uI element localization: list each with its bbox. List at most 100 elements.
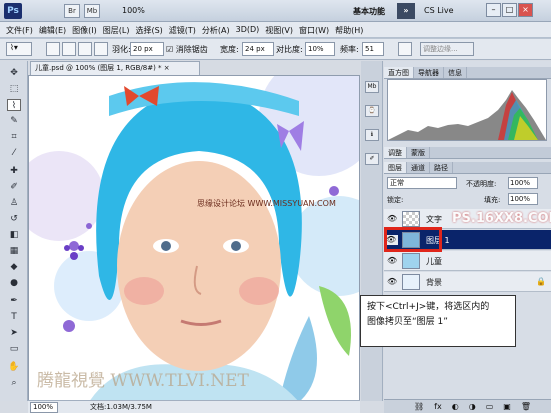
new-layer-icon[interactable]: ▣ bbox=[503, 400, 511, 413]
marquee-tool-icon[interactable]: ⬚ bbox=[7, 83, 21, 95]
menu-view[interactable]: 视图(V) bbox=[265, 25, 293, 36]
tab-masks[interactable]: 蒙版 bbox=[407, 147, 430, 158]
histogram-chart bbox=[387, 79, 547, 141]
hand-tool-icon[interactable]: ✋ bbox=[7, 361, 21, 373]
gradient-tool-icon[interactable]: ▦ bbox=[7, 245, 21, 257]
type-tool-icon[interactable]: T bbox=[7, 311, 21, 323]
menu-file[interactable]: 文件(F) bbox=[6, 25, 33, 36]
menu-filter[interactable]: 滤镜(T) bbox=[169, 25, 196, 36]
zoom-level[interactable]: 100% bbox=[122, 6, 145, 15]
menu-analysis[interactable]: 分析(A) bbox=[202, 25, 230, 36]
photoshop-logo: Ps bbox=[4, 3, 22, 19]
brush-panel-icon[interactable]: ✐ bbox=[365, 153, 379, 165]
doc-size[interactable]: 文档:1.03M/3.75M bbox=[90, 402, 152, 412]
eraser-tool-icon[interactable]: ◧ bbox=[7, 229, 21, 241]
highlight-box bbox=[384, 227, 442, 252]
trash-icon[interactable]: 🗑 bbox=[521, 400, 531, 413]
tab-paths[interactable]: 路径 bbox=[430, 162, 453, 173]
blend-mode-select[interactable]: 正常 bbox=[387, 177, 457, 189]
eyedropper-tool-icon[interactable]: ⁄ bbox=[7, 147, 21, 159]
info-panel-icon[interactable]: ℹ bbox=[365, 129, 379, 141]
contrast-input[interactable]: 10% bbox=[305, 42, 335, 56]
move-tool-icon[interactable]: ✥ bbox=[7, 67, 21, 79]
menu-edit[interactable]: 编辑(E) bbox=[39, 25, 66, 36]
tool-preset-picker[interactable]: ⌇▾ bbox=[6, 42, 32, 56]
tab-channels[interactable]: 通道 bbox=[407, 162, 430, 173]
eye-icon[interactable]: 👁 bbox=[387, 277, 397, 287]
tab-histogram[interactable]: 直方图 bbox=[384, 67, 414, 78]
blur-tool-icon[interactable]: ◆ bbox=[7, 261, 21, 273]
crop-tool-icon[interactable]: ⌗ bbox=[7, 131, 21, 143]
watermark-bottom: 腾龍視覺 WWW.TLVI.NET bbox=[37, 371, 249, 391]
minibridge-icon[interactable]: Mb bbox=[84, 4, 100, 18]
feather-label: 羽化: bbox=[112, 45, 131, 54]
tab-info[interactable]: 信息 bbox=[444, 67, 467, 78]
lock-label: 锁定: bbox=[387, 196, 404, 204]
minibridge-panel-icon[interactable]: Mb bbox=[365, 81, 379, 93]
fill-input[interactable]: 100% bbox=[508, 193, 538, 205]
eye-icon[interactable]: 👁 bbox=[387, 214, 397, 224]
workspace-expand-button[interactable]: » bbox=[397, 3, 415, 19]
minimize-button[interactable]: – bbox=[486, 3, 501, 17]
intersect-selection-icon[interactable] bbox=[94, 42, 108, 56]
layer-row[interactable]: 👁 儿童 bbox=[384, 251, 551, 271]
fx-icon[interactable]: fx bbox=[434, 400, 442, 413]
zoom-tool-icon[interactable]: ⌕ bbox=[7, 377, 21, 389]
document-canvas[interactable]: 思缘设计论坛 WWW.MISSYUAN.COM 腾龍視覺 WWW.TLVI.NE… bbox=[28, 75, 360, 401]
link-icon[interactable]: ⛓ bbox=[414, 400, 424, 413]
eye-icon[interactable]: 👁 bbox=[387, 256, 397, 266]
clone-stamp-tool-icon[interactable]: ♙ bbox=[7, 197, 21, 209]
subtract-selection-icon[interactable] bbox=[78, 42, 92, 56]
histogram-graphic bbox=[388, 90, 546, 140]
path-selection-tool-icon[interactable]: ➤ bbox=[7, 327, 21, 339]
menu-layer[interactable]: 图层(L) bbox=[103, 25, 130, 36]
width-label: 宽度: bbox=[220, 45, 239, 54]
menu-window[interactable]: 窗口(W) bbox=[299, 25, 329, 36]
pen-tool-icon[interactable]: ✒ bbox=[7, 295, 21, 307]
new-selection-icon[interactable] bbox=[46, 42, 60, 56]
frequency-input[interactable]: 51 bbox=[362, 42, 384, 56]
antialias-checkbox[interactable]: ☑ 消除锯齿 bbox=[166, 44, 208, 55]
tab-adjustments[interactable]: 调整 bbox=[384, 147, 407, 158]
panel-icon-strip: Mb ⌚ ℹ ✐ bbox=[361, 61, 383, 401]
status-zoom[interactable]: 100% bbox=[30, 402, 58, 413]
tab-layers[interactable]: 图层 bbox=[384, 162, 407, 173]
instruction-callout: 按下<Ctrl+J>键，将选区内的 图像拷贝至“图层 1” bbox=[360, 295, 516, 347]
menu-image[interactable]: 图像(I) bbox=[72, 25, 97, 36]
opacity-input[interactable]: 100% bbox=[508, 177, 538, 189]
close-button[interactable]: × bbox=[518, 3, 533, 17]
dodge-tool-icon[interactable]: ● bbox=[7, 277, 21, 289]
adjustment-icon[interactable]: ◑ bbox=[469, 400, 476, 413]
frequency-label: 频率: bbox=[340, 45, 359, 54]
app-bar: Ps Br Mb 100% 基本功能 » CS Live – □ × bbox=[0, 0, 551, 22]
menu-bar: 文件(F) 编辑(E) 图像(I) 图层(L) 选择(S) 滤镜(T) 分析(A… bbox=[0, 22, 551, 38]
tab-navigator[interactable]: 导航器 bbox=[414, 67, 444, 78]
healing-brush-tool-icon[interactable]: ✚ bbox=[7, 165, 21, 177]
history-brush-tool-icon[interactable]: ↺ bbox=[7, 213, 21, 225]
history-panel-icon[interactable]: ⌚ bbox=[365, 105, 379, 117]
shape-tool-icon[interactable]: ▭ bbox=[7, 343, 21, 355]
document-tab[interactable]: 儿童.psd @ 100% (图层 1, RGB/8#) * × bbox=[30, 61, 200, 75]
layer-tabs: 图层 通道 路径 bbox=[384, 162, 551, 174]
width-input[interactable]: 24 px bbox=[242, 42, 274, 56]
brush-tool-icon[interactable]: ✐ bbox=[7, 181, 21, 193]
cs-live-button[interactable]: CS Live bbox=[424, 6, 454, 15]
menu-3d[interactable]: 3D(D) bbox=[236, 25, 260, 36]
quick-selection-tool-icon[interactable]: ✎ bbox=[7, 115, 21, 127]
bridge-icon[interactable]: Br bbox=[64, 4, 80, 18]
group-icon[interactable]: ▭ bbox=[486, 400, 494, 413]
layer-name: 背景 bbox=[426, 278, 442, 287]
mask-icon[interactable]: ◐ bbox=[452, 400, 459, 413]
layer-row[interactable]: 👁 背景 🔒 bbox=[384, 272, 551, 292]
menu-help[interactable]: 帮助(H) bbox=[335, 25, 363, 36]
menu-select[interactable]: 选择(S) bbox=[135, 25, 162, 36]
maximize-button[interactable]: □ bbox=[502, 3, 517, 17]
options-bar: ⌇▾ 羽化: 20 px ☑ 消除锯齿 宽度: 24 px 对比度: 10% 频… bbox=[0, 38, 551, 60]
pen-pressure-icon[interactable] bbox=[398, 42, 412, 56]
workspace-label[interactable]: 基本功能 bbox=[353, 6, 385, 17]
child-photo bbox=[29, 76, 359, 400]
refine-edge-button[interactable]: 调整边缘... bbox=[420, 42, 474, 56]
feather-input[interactable]: 20 px bbox=[130, 42, 164, 56]
magnetic-lasso-tool-icon[interactable]: ⌇ bbox=[7, 99, 21, 111]
add-selection-icon[interactable] bbox=[62, 42, 76, 56]
